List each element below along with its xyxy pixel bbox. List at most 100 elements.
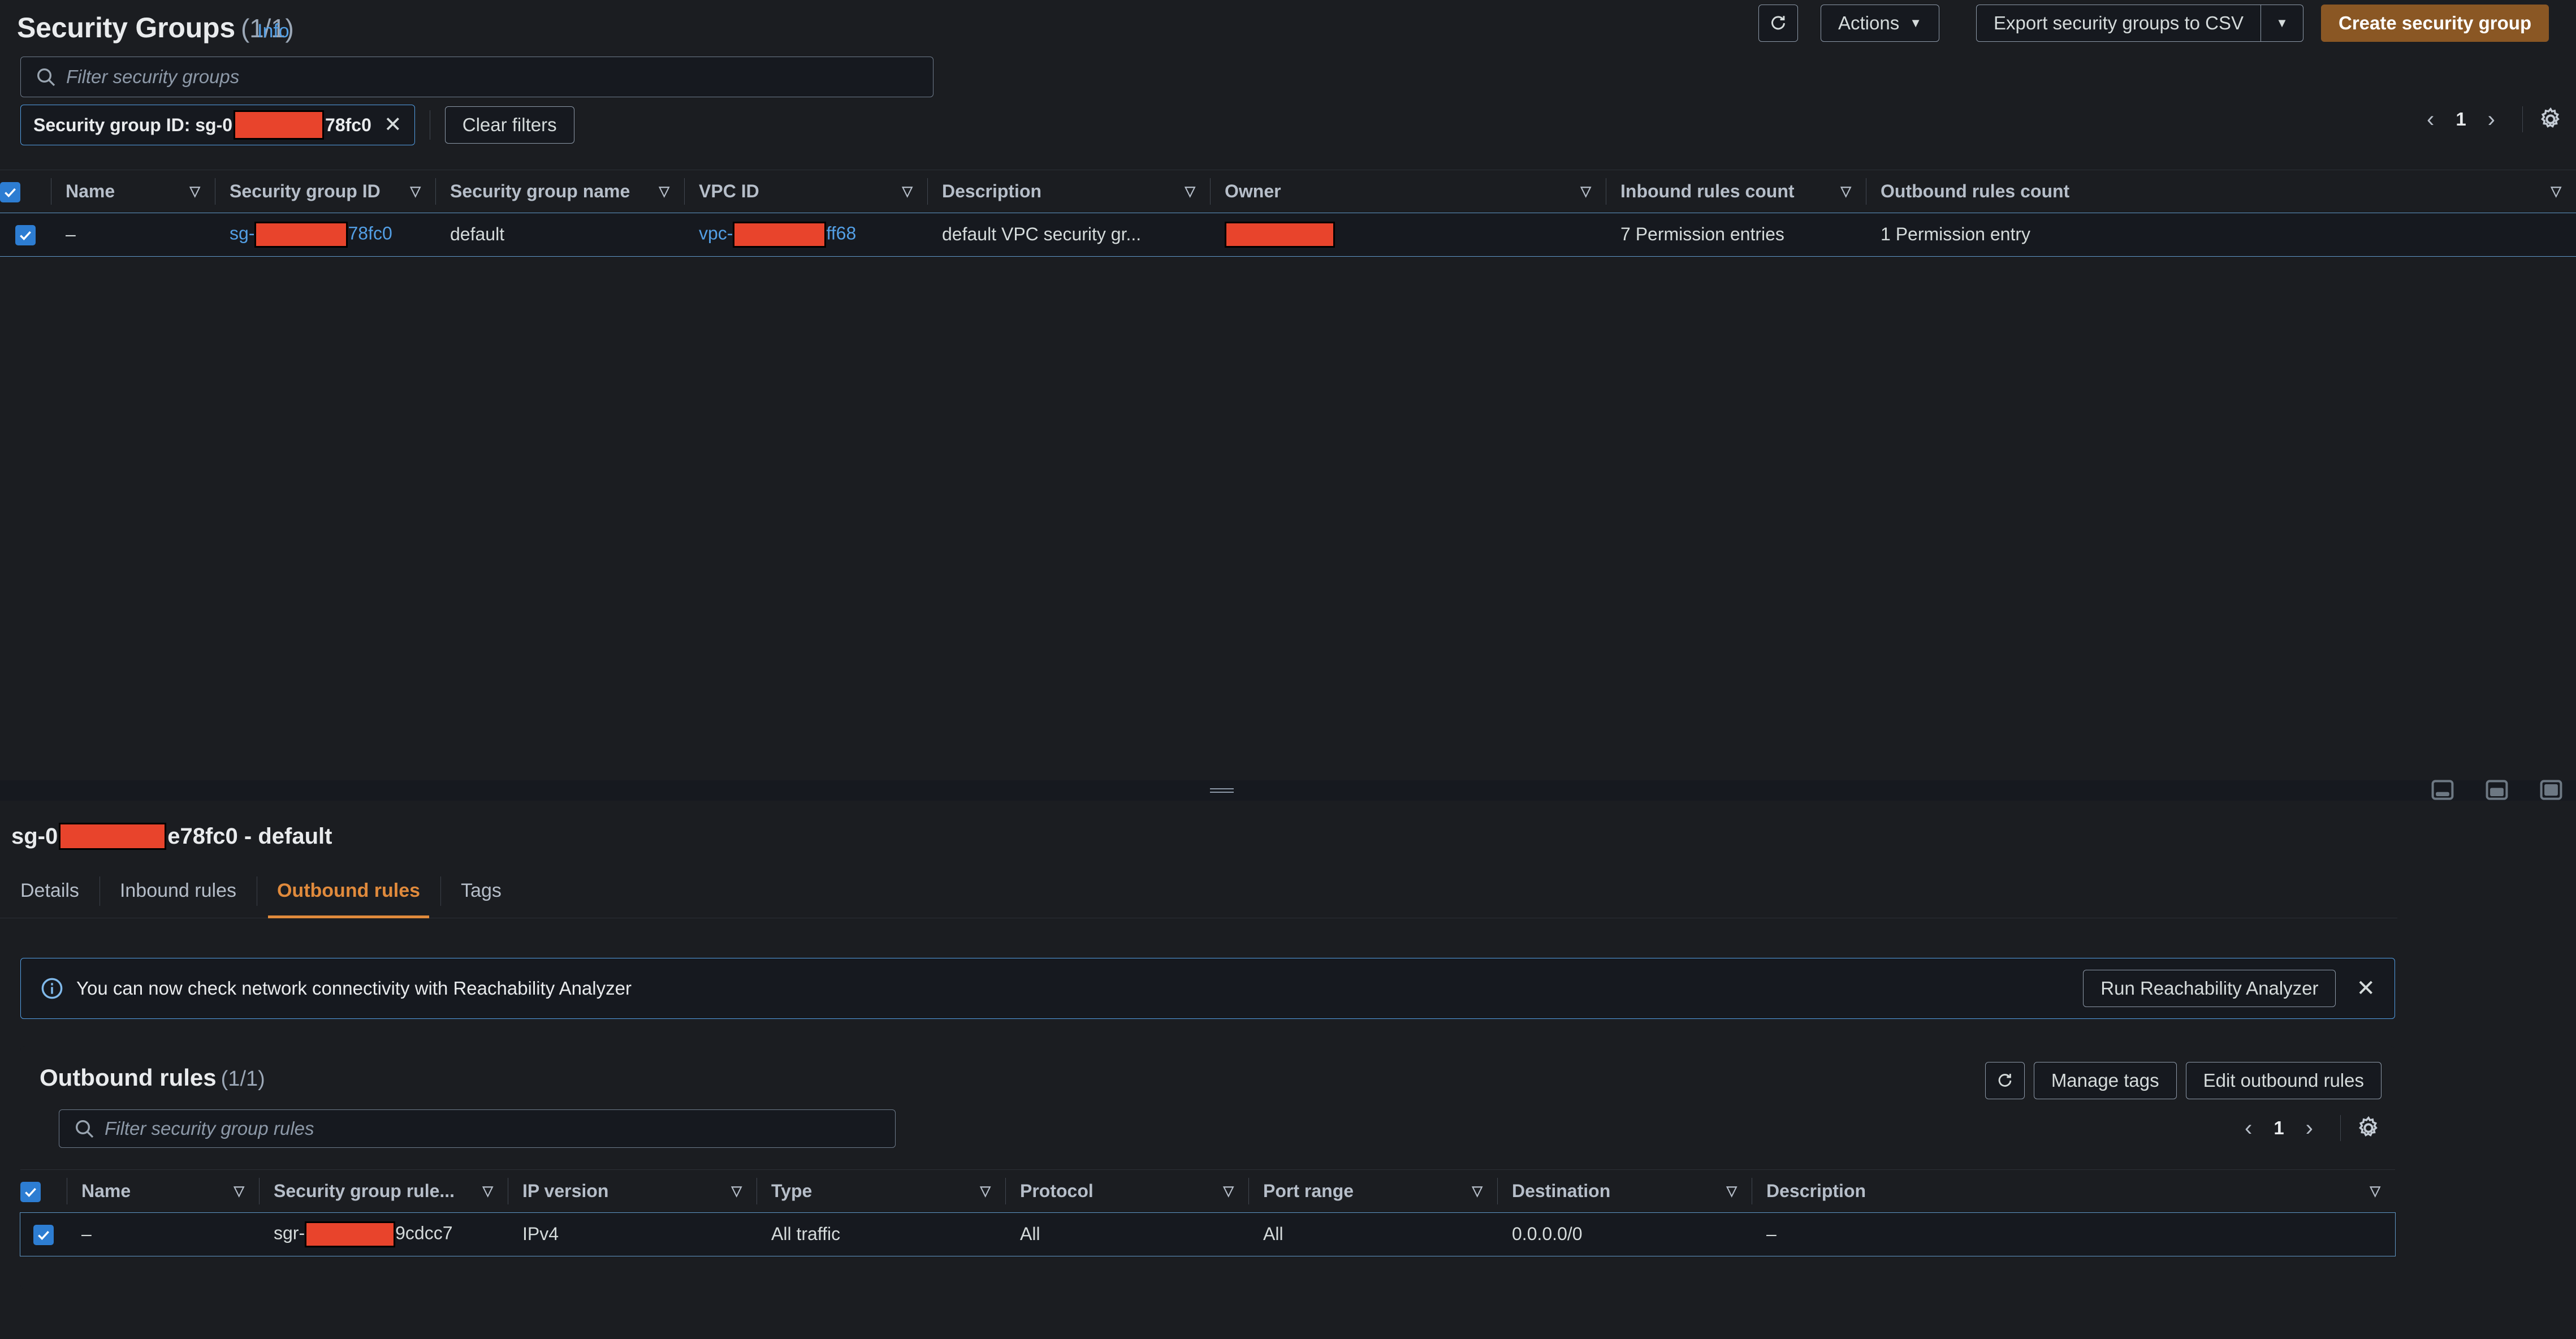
- column-header-ip-version[interactable]: IP version▽: [508, 1170, 757, 1213]
- page-number[interactable]: 1: [2264, 1117, 2293, 1139]
- cell-security-group-id: sg- 78fc0: [215, 213, 435, 256]
- vpc-id-link-suffix[interactable]: ff68: [826, 223, 856, 243]
- column-header-port-range[interactable]: Port range▽: [1248, 1170, 1497, 1213]
- create-security-group-button-inner[interactable]: Create security group: [2321, 5, 2549, 42]
- manage-tags-button[interactable]: Manage tags: [2034, 1062, 2177, 1099]
- chevron-down-icon: ▽: [190, 183, 200, 200]
- table-row[interactable]: – sgr-9cdcc7 IPv4 All traffic All All 0.…: [20, 1213, 2395, 1256]
- page-title-text: Security Groups: [17, 12, 235, 44]
- rules-search-input[interactable]: Filter security group rules: [59, 1109, 896, 1148]
- column-header-owner[interactable]: Owner▽: [1210, 170, 1606, 213]
- type-text: All traffic: [771, 1224, 840, 1244]
- redaction-block: [733, 222, 826, 248]
- column-header-security-group-name[interactable]: Security group name▽: [435, 170, 684, 213]
- table-row[interactable]: – sg-78fc0 default vpc-ff68 default VPC …: [0, 213, 2576, 256]
- create-security-group-button[interactable]: Create security group: [2321, 5, 2549, 42]
- export-csv-dropdown-toggle[interactable]: ▼: [2261, 5, 2303, 42]
- cell-name: –: [67, 1213, 259, 1256]
- tab-label: Inbound rules: [120, 880, 236, 902]
- run-reachability-analyzer-button[interactable]: Run Reachability Analyzer: [2083, 970, 2336, 1007]
- cell-description: default VPC security gr...: [927, 213, 1210, 256]
- tab-inbound-rules[interactable]: Inbound rules: [100, 864, 257, 918]
- column-header-description[interactable]: Description: [1752, 1170, 2073, 1213]
- column-header-label: Port range: [1263, 1181, 1354, 1202]
- drag-handle-icon[interactable]: [1210, 788, 1234, 793]
- info-circle-icon: [40, 977, 64, 1000]
- panel-large-icon[interactable]: [2539, 778, 2564, 802]
- chevron-left-icon[interactable]: ‹: [2232, 1117, 2264, 1139]
- column-header-protocol[interactable]: Protocol▽: [1005, 1170, 1248, 1213]
- filter-chip-security-group-id[interactable]: Security group ID: sg-0 78fc0 ✕: [20, 105, 415, 145]
- security-group-id-link-suffix[interactable]: 78fc0: [348, 223, 392, 243]
- chevron-down-icon: ▽: [1185, 183, 1195, 200]
- column-header-inbound-rules-count[interactable]: Inbound rules count▽: [1606, 170, 1866, 213]
- column-header-label: Security group name: [450, 181, 630, 202]
- column-header-description[interactable]: Description ▽: [927, 170, 1210, 213]
- cell-description: –: [1752, 1213, 2073, 1256]
- check-icon: [23, 1185, 38, 1199]
- actions-button[interactable]: Actions ▼: [1821, 5, 1939, 42]
- panel-medium-icon[interactable]: [2484, 778, 2509, 802]
- tab-tags[interactable]: Tags: [440, 864, 522, 918]
- refresh-icon: [1995, 1071, 2015, 1090]
- row-checkbox[interactable]: [15, 225, 36, 245]
- column-header-destination[interactable]: Destination▽: [1497, 1170, 1752, 1213]
- export-csv-split-button[interactable]: Export security groups to CSV ▼: [1976, 5, 2303, 42]
- export-csv-button[interactable]: Export security groups to CSV: [1976, 5, 2261, 42]
- cell-protocol: All: [1005, 1213, 1248, 1256]
- panel-small-icon[interactable]: [2430, 778, 2455, 802]
- chevron-down-icon: ▽: [902, 183, 913, 200]
- edit-outbound-rules-button[interactable]: Edit outbound rules: [2186, 1062, 2381, 1099]
- search-input[interactable]: Filter security groups: [20, 57, 933, 97]
- select-all-checkbox[interactable]: [0, 182, 20, 202]
- redaction-block: [1225, 222, 1335, 248]
- panel-splitter[interactable]: [0, 780, 2576, 801]
- destination-text: 0.0.0.0/0: [1512, 1224, 1583, 1244]
- refresh-button-inner[interactable]: [1758, 5, 1798, 42]
- gear-icon[interactable]: [2355, 1115, 2381, 1141]
- column-header-name[interactable]: Name▽: [67, 1170, 259, 1213]
- column-header-security-group-id[interactable]: Security group ID▽: [215, 170, 435, 213]
- search-input-placeholder: Filter security groups: [66, 66, 239, 88]
- cell-name-text: –: [81, 1224, 92, 1244]
- redaction-block: [59, 823, 166, 850]
- page-number[interactable]: 1: [2447, 109, 2475, 130]
- column-header-label: Description: [942, 181, 1041, 202]
- column-header-vpc-id[interactable]: VPC ID▽: [684, 170, 927, 213]
- gear-icon[interactable]: [2538, 106, 2564, 132]
- vpc-id-link-prefix[interactable]: vpc-: [699, 223, 733, 243]
- close-icon[interactable]: ✕: [384, 114, 402, 136]
- close-icon[interactable]: ✕: [2356, 977, 2375, 1000]
- cell-name: –: [51, 213, 215, 256]
- chevron-right-icon[interactable]: ›: [2293, 1117, 2326, 1139]
- row-checkbox[interactable]: [33, 1225, 54, 1245]
- cell-spacer: [2221, 213, 2576, 256]
- actions-button-inner[interactable]: Actions ▼: [1821, 5, 1939, 42]
- chevron-down-icon: ▼: [1909, 16, 1922, 31]
- search-icon: [34, 66, 57, 88]
- chevron-down-icon: ▽: [410, 183, 421, 200]
- column-header-security-group-rule-id[interactable]: Security group rule...▽: [259, 1170, 508, 1213]
- column-header-name[interactable]: Name▽: [51, 170, 215, 213]
- security-group-id-link-prefix[interactable]: sg-: [230, 223, 254, 243]
- clear-filters-button[interactable]: Clear filters: [445, 106, 574, 144]
- info-link[interactable]: Info: [257, 20, 289, 42]
- rules-refresh-button[interactable]: [1985, 1062, 2025, 1099]
- tab-details[interactable]: Details: [0, 864, 100, 918]
- column-header-type[interactable]: Type▽: [757, 1170, 1005, 1213]
- column-header-outbound-rules-count[interactable]: Outbound rules count: [1866, 170, 2221, 213]
- actions-label: Actions: [1838, 12, 1899, 34]
- redaction-block: [234, 110, 324, 140]
- refresh-button[interactable]: [1758, 5, 1798, 42]
- check-icon: [36, 1228, 51, 1242]
- chevron-right-icon[interactable]: ›: [2475, 108, 2508, 131]
- rule-id-suffix: 9cdcc7: [395, 1223, 452, 1243]
- tab-outbound-rules[interactable]: Outbound rules: [257, 864, 440, 918]
- chevron-left-icon[interactable]: ‹: [2414, 108, 2447, 131]
- outbound-rules-count: (1/1): [221, 1067, 265, 1091]
- outbound-rules-actions: Manage tags Edit outbound rules: [1985, 1062, 2381, 1099]
- filter-chip-prefix: Security group ID: sg-0: [33, 115, 232, 136]
- chevron-down-icon: ▽: [483, 1183, 493, 1199]
- edit-outbound-rules-label: Edit outbound rules: [2203, 1070, 2364, 1091]
- select-all-checkbox[interactable]: [20, 1182, 41, 1202]
